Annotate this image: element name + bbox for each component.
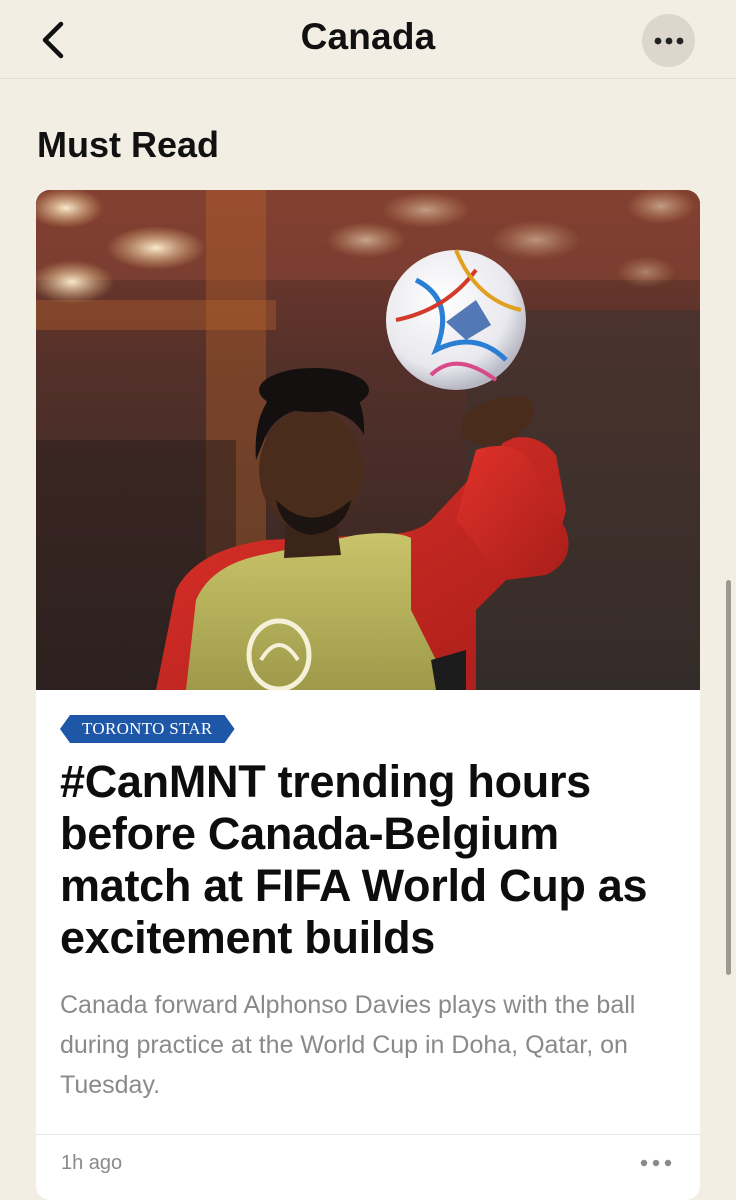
page-title: Canada bbox=[300, 16, 436, 57]
ellipsis-icon bbox=[654, 37, 683, 44]
article-timestamp: 1h ago bbox=[61, 1152, 123, 1174]
divider bbox=[36, 1134, 700, 1135]
article-headline[interactable]: #CanMNT trending hours before Canada-Bel… bbox=[60, 756, 680, 964]
article-summary: Canada forward Alphonso Davies plays wit… bbox=[60, 991, 636, 1099]
scrollbar[interactable] bbox=[726, 580, 731, 975]
article-card[interactable]: TORONTO STAR #CanMNT trending hours befo… bbox=[36, 190, 700, 1200]
source-badge: TORONTO STAR bbox=[60, 715, 235, 743]
section-title: Must Read bbox=[37, 124, 220, 165]
more-options-button[interactable] bbox=[642, 14, 695, 67]
article-more-button[interactable] bbox=[636, 1148, 676, 1178]
nav-bar: Canada bbox=[0, 0, 736, 79]
ellipsis-icon bbox=[640, 1159, 672, 1167]
article-image[interactable] bbox=[36, 190, 700, 690]
